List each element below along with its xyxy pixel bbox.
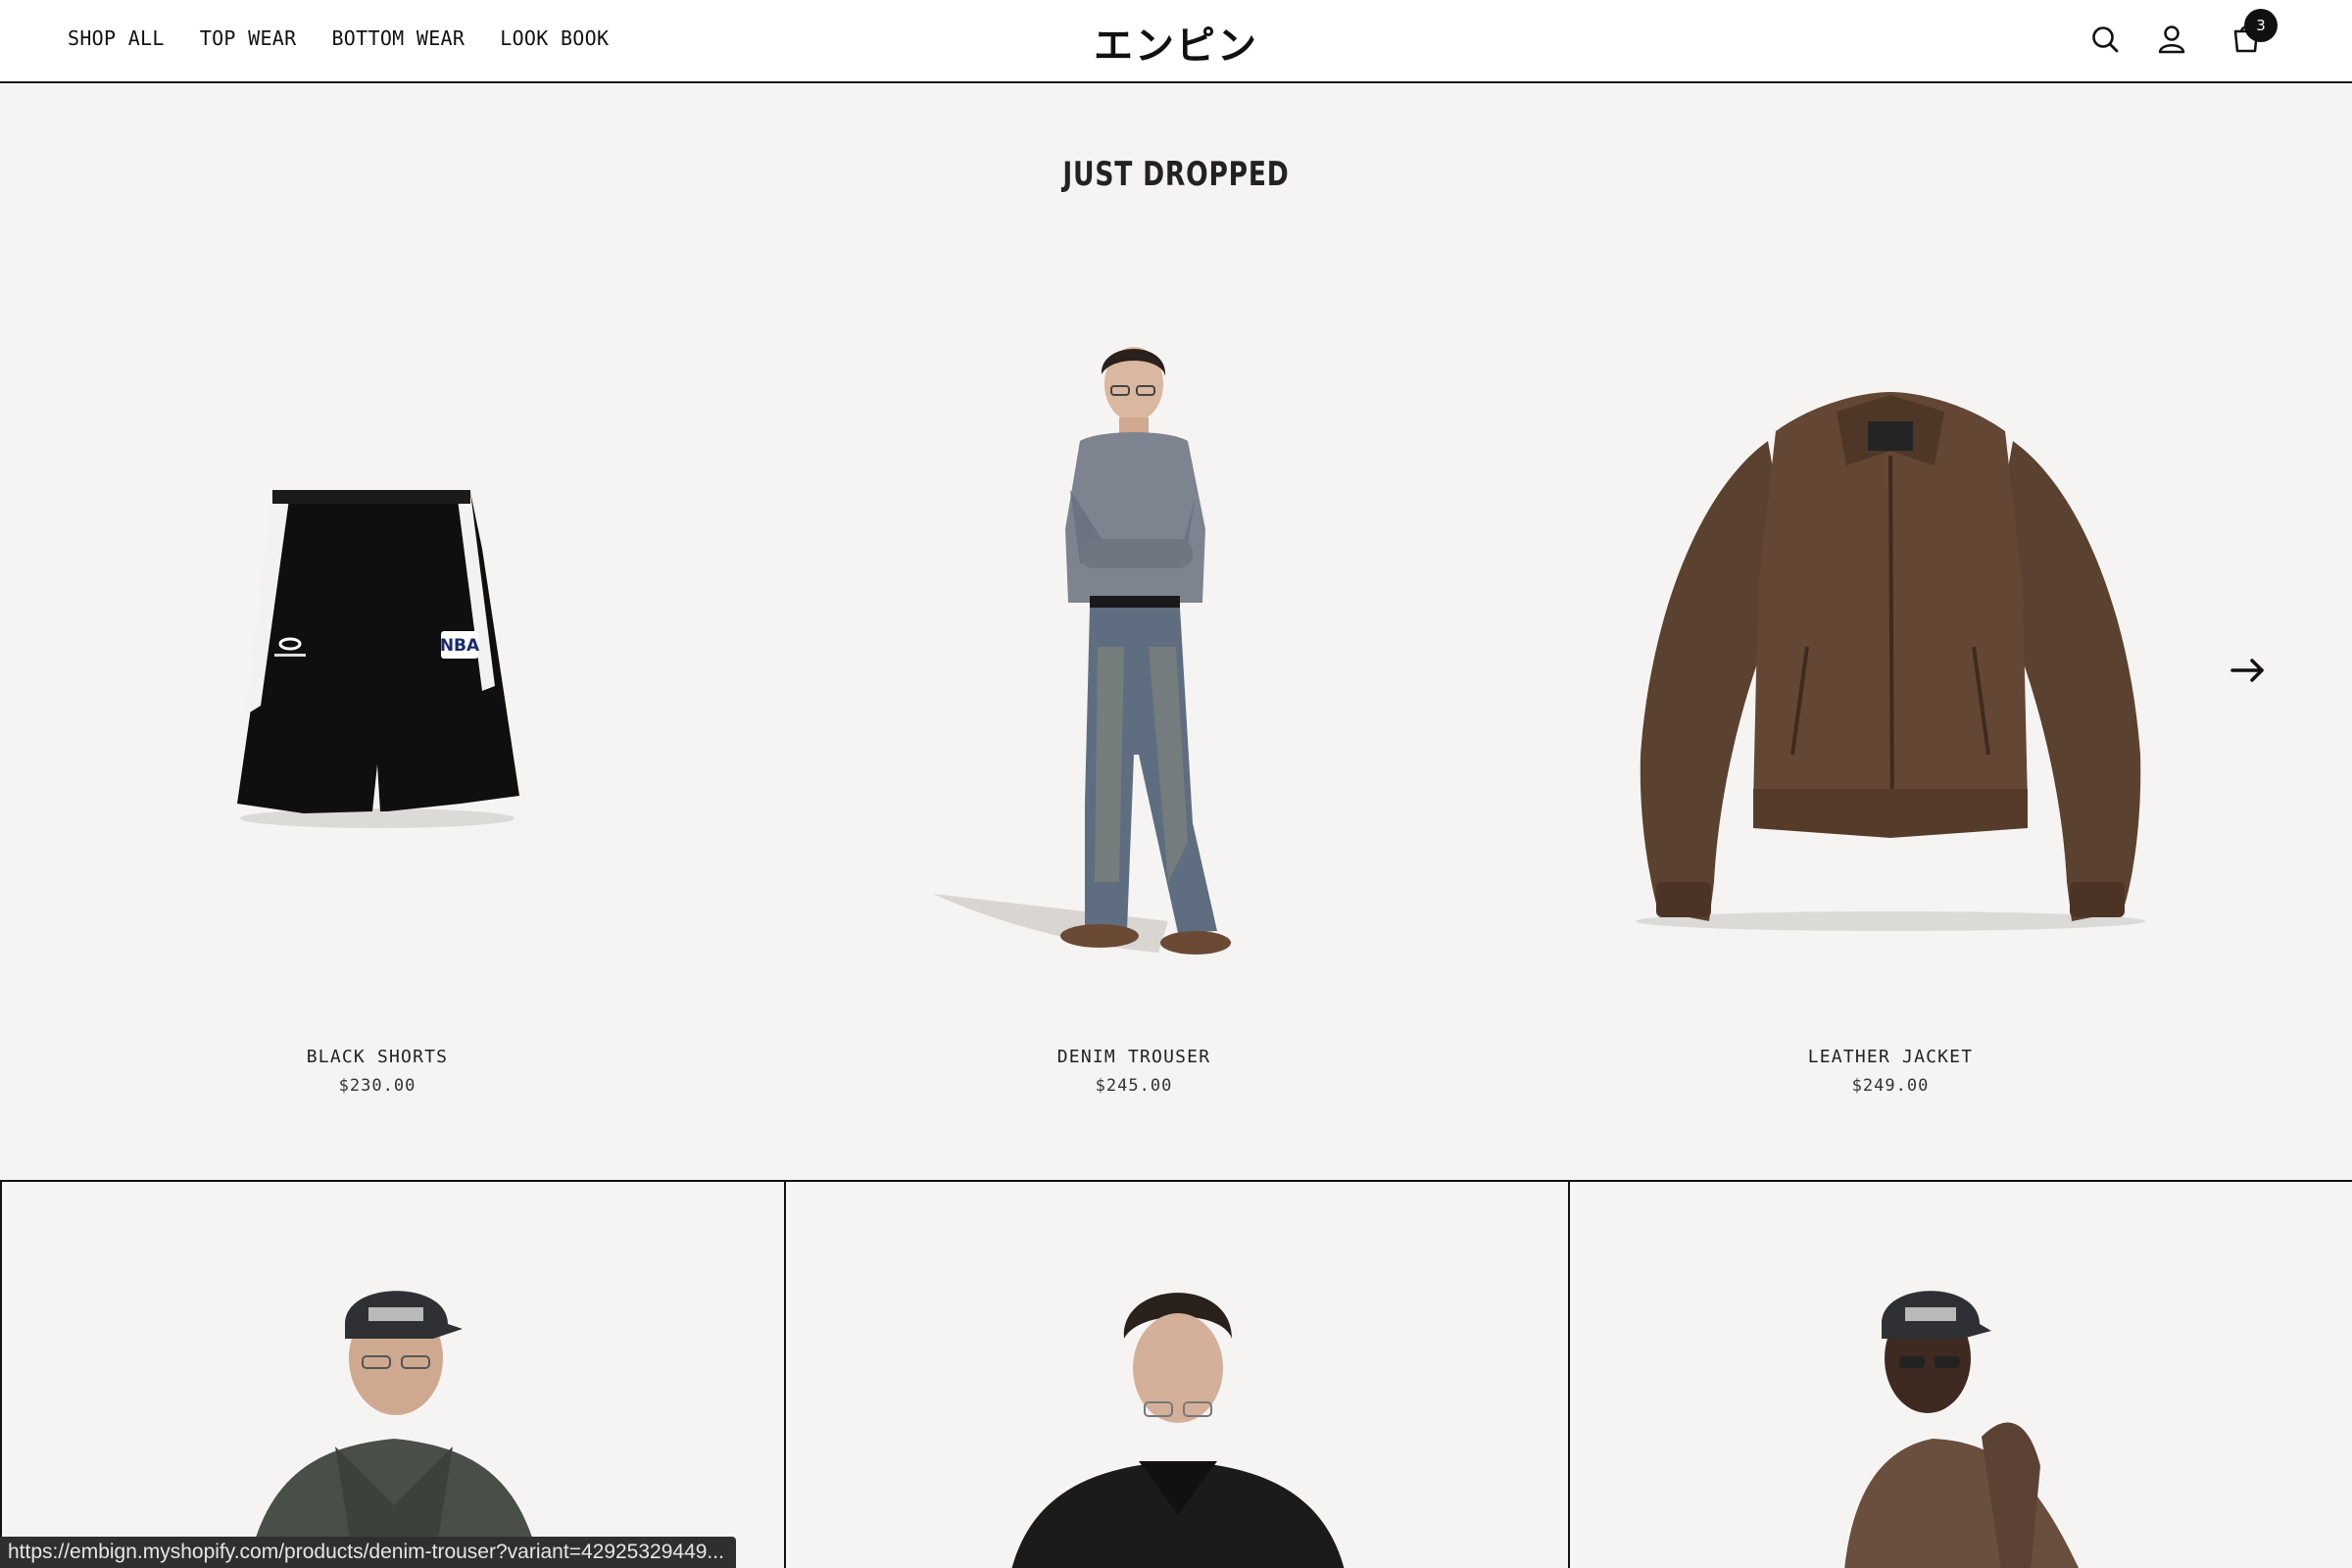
lookbook-image-leather-coat [1011, 1293, 1345, 1568]
product-name[interactable]: BLACK SHORTS [0, 1047, 755, 1067]
product-name[interactable]: DENIM TROUSER [757, 1047, 1511, 1067]
lookbook-tile-2[interactable] [784, 1182, 1568, 1568]
arrow-right-icon[interactable] [2229, 655, 2268, 686]
product-name[interactable]: LEATHER JACKET [1513, 1047, 2268, 1067]
nav-shop-all[interactable]: SHOP ALL [68, 26, 165, 50]
svg-text:NBA: NBA [440, 636, 480, 656]
nav-look-book[interactable]: LOOK BOOK [500, 26, 609, 50]
lookbook-image-cap-hoodie [247, 1291, 541, 1568]
product-card-black-shorts[interactable]: NBA BLACK SHORTS $230.00 [0, 294, 755, 1117]
lookbook-tile-1[interactable] [0, 1182, 784, 1568]
search-icon[interactable] [2087, 22, 2123, 57]
lookbook-image-brown-hoodie [1844, 1291, 2080, 1568]
product-image-leather-jacket [1636, 392, 2145, 931]
lookbook-tile-3[interactable] [1568, 1182, 2352, 1568]
product-card-leather-jacket[interactable]: LEATHER JACKET $249.00 [1513, 294, 2268, 1117]
product-card-denim-trouser[interactable]: DENIM TROUSER $245.00 [757, 294, 1511, 1117]
lookbook-grid [0, 1180, 2352, 1568]
product-price: $230.00 [338, 1076, 416, 1096]
link-preview-url: https://embign.myshopify.com/products/de… [0, 1537, 736, 1568]
site-header: SHOP ALL TOP WEAR BOTTOM WEAR LOOK BOOK … [0, 0, 2352, 83]
account-icon[interactable] [2154, 22, 2189, 57]
main-nav: SHOP ALL TOP WEAR BOTTOM WEAR LOOK BOOK [68, 26, 609, 50]
product-image-black-shorts: NBA [237, 490, 519, 828]
product-price: $249.00 [1851, 1076, 1930, 1096]
section-title: JUST DROPPED [1062, 155, 1290, 194]
nav-bottom-wear[interactable]: BOTTOM WEAR [331, 26, 465, 50]
cart-count-badge: 3 [2244, 9, 2278, 42]
product-price: $245.00 [1095, 1076, 1173, 1096]
product-image-denim-trouser [933, 347, 1231, 955]
site-logo[interactable]: エンピン [1078, 14, 1274, 71]
nav-top-wear[interactable]: TOP WEAR [200, 26, 297, 50]
